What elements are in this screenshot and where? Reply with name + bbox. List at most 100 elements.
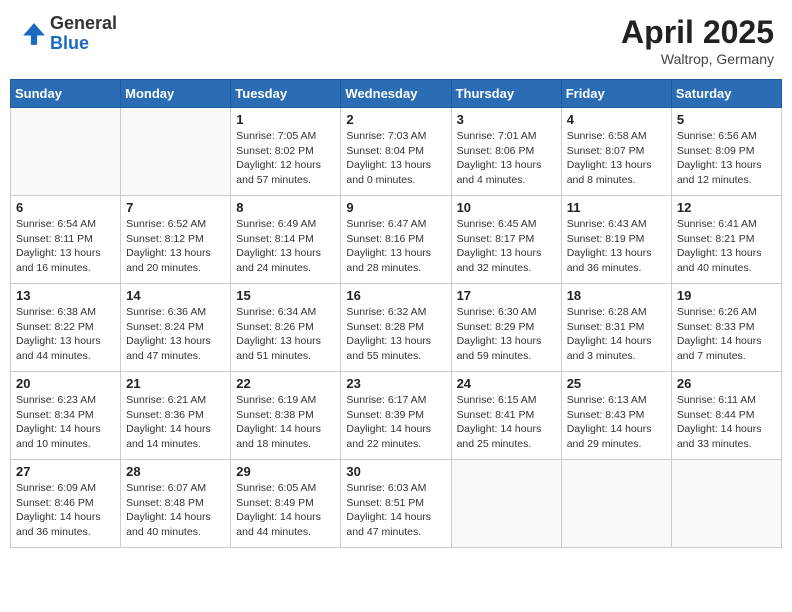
day-number: 18 xyxy=(567,288,666,303)
day-info: Sunrise: 6:54 AMSunset: 8:11 PMDaylight:… xyxy=(16,217,115,276)
calendar-day-cell: 23 Sunrise: 6:17 AMSunset: 8:39 PMDayligh… xyxy=(341,372,451,460)
day-info: Sunrise: 6:47 AMSunset: 8:16 PMDaylight:… xyxy=(346,217,445,276)
day-number: 29 xyxy=(236,464,335,479)
day-number: 8 xyxy=(236,200,335,215)
day-number: 4 xyxy=(567,112,666,127)
calendar-day-cell: 6 Sunrise: 6:54 AMSunset: 8:11 PMDaylight… xyxy=(11,196,121,284)
day-info: Sunrise: 6:13 AMSunset: 8:43 PMDaylight:… xyxy=(567,393,666,452)
day-number: 17 xyxy=(457,288,556,303)
calendar-day-cell xyxy=(561,460,671,548)
calendar-day-cell xyxy=(451,460,561,548)
day-info: Sunrise: 6:56 AMSunset: 8:09 PMDaylight:… xyxy=(677,129,776,188)
calendar-day-cell: 22Sunrise: 6:19 AMSunset: 8:38 PMDayligh… xyxy=(231,372,341,460)
calendar-location: Waltrop, Germany xyxy=(621,51,774,67)
day-info: Sunrise: 6:43 AMSunset: 8:19 PMDaylight:… xyxy=(567,217,666,276)
calendar-day-cell: 26Sunrise: 6:11 AMSunset: 8:44 PMDayligh… xyxy=(671,372,781,460)
calendar-day-cell: 25 Sunrise: 6:13 AMSunset: 8:43 PMDayligh… xyxy=(561,372,671,460)
weekday-header: Tuesday xyxy=(231,80,341,108)
day-number: 24 xyxy=(457,376,556,391)
calendar-day-cell: 1 Sunrise: 7:05 AMSunset: 8:02 PMDaylight… xyxy=(231,108,341,196)
calendar-day-cell: 13Sunrise: 6:38 AMSunset: 8:22 PMDayligh… xyxy=(11,284,121,372)
day-number: 10 xyxy=(457,200,556,215)
day-number: 2 xyxy=(346,112,445,127)
calendar-week-row: 13Sunrise: 6:38 AMSunset: 8:22 PMDayligh… xyxy=(11,284,782,372)
calendar-day-cell: 17 Sunrise: 6:30 AMSunset: 8:29 PMDayligh… xyxy=(451,284,561,372)
day-info: Sunrise: 6:41 AMSunset: 8:21 PMDaylight:… xyxy=(677,217,776,276)
day-info: Sunrise: 6:21 AMSunset: 8:36 PMDaylight:… xyxy=(126,393,225,452)
calendar-day-cell: 4 Sunrise: 6:58 AMSunset: 8:07 PMDaylight… xyxy=(561,108,671,196)
day-info: Sunrise: 6:23 AMSunset: 8:34 PMDaylight:… xyxy=(16,393,115,452)
day-info: Sunrise: 7:05 AMSunset: 8:02 PMDaylight:… xyxy=(236,129,335,188)
weekday-header: Saturday xyxy=(671,80,781,108)
calendar-week-row: 27 Sunrise: 6:09 AMSunset: 8:46 PMDayligh… xyxy=(11,460,782,548)
calendar-day-cell: 2 Sunrise: 7:03 AMSunset: 8:04 PMDaylight… xyxy=(341,108,451,196)
title-block: April 2025 Waltrop, Germany xyxy=(621,14,774,67)
day-number: 25 xyxy=(567,376,666,391)
day-info: Sunrise: 6:03 AMSunset: 8:51 PMDaylight:… xyxy=(346,481,445,540)
calendar-day-cell: 20 Sunrise: 6:23 AMSunset: 8:34 PMDayligh… xyxy=(11,372,121,460)
weekday-header: Wednesday xyxy=(341,80,451,108)
day-info: Sunrise: 6:30 AMSunset: 8:29 PMDaylight:… xyxy=(457,305,556,364)
calendar-week-row: 6 Sunrise: 6:54 AMSunset: 8:11 PMDaylight… xyxy=(11,196,782,284)
page-header: General Blue April 2025 Waltrop, Germany xyxy=(10,10,782,71)
day-number: 20 xyxy=(16,376,115,391)
day-info: Sunrise: 6:36 AMSunset: 8:24 PMDaylight:… xyxy=(126,305,225,364)
calendar-day-cell: 14 Sunrise: 6:36 AMSunset: 8:24 PMDayligh… xyxy=(121,284,231,372)
calendar-day-cell xyxy=(121,108,231,196)
day-number: 14 xyxy=(126,288,225,303)
day-info: Sunrise: 6:38 AMSunset: 8:22 PMDaylight:… xyxy=(16,305,115,364)
calendar-table: SundayMondayTuesdayWednesdayThursdayFrid… xyxy=(10,79,782,548)
day-info: Sunrise: 6:07 AMSunset: 8:48 PMDaylight:… xyxy=(126,481,225,540)
calendar-day-cell: 5 Sunrise: 6:56 AMSunset: 8:09 PMDaylight… xyxy=(671,108,781,196)
calendar-day-cell: 27 Sunrise: 6:09 AMSunset: 8:46 PMDayligh… xyxy=(11,460,121,548)
calendar-day-cell: 11Sunrise: 6:43 AMSunset: 8:19 PMDayligh… xyxy=(561,196,671,284)
day-number: 22 xyxy=(236,376,335,391)
day-number: 16 xyxy=(346,288,445,303)
calendar-day-cell xyxy=(11,108,121,196)
calendar-day-cell: 7 Sunrise: 6:52 AMSunset: 8:12 PMDaylight… xyxy=(121,196,231,284)
calendar-week-row: 20 Sunrise: 6:23 AMSunset: 8:34 PMDayligh… xyxy=(11,372,782,460)
day-number: 5 xyxy=(677,112,776,127)
calendar-day-cell: 8 Sunrise: 6:49 AMSunset: 8:14 PMDaylight… xyxy=(231,196,341,284)
calendar-day-cell: 3 Sunrise: 7:01 AMSunset: 8:06 PMDaylight… xyxy=(451,108,561,196)
day-number: 21 xyxy=(126,376,225,391)
day-info: Sunrise: 6:49 AMSunset: 8:14 PMDaylight:… xyxy=(236,217,335,276)
calendar-day-cell: 15 Sunrise: 6:34 AMSunset: 8:26 PMDayligh… xyxy=(231,284,341,372)
weekday-header: Thursday xyxy=(451,80,561,108)
day-info: Sunrise: 7:03 AMSunset: 8:04 PMDaylight:… xyxy=(346,129,445,188)
day-info: Sunrise: 7:01 AMSunset: 8:06 PMDaylight:… xyxy=(457,129,556,188)
day-number: 15 xyxy=(236,288,335,303)
day-number: 6 xyxy=(16,200,115,215)
day-number: 9 xyxy=(346,200,445,215)
day-info: Sunrise: 6:17 AMSunset: 8:39 PMDaylight:… xyxy=(346,393,445,452)
day-info: Sunrise: 6:34 AMSunset: 8:26 PMDaylight:… xyxy=(236,305,335,364)
day-info: Sunrise: 6:52 AMSunset: 8:12 PMDaylight:… xyxy=(126,217,225,276)
day-number: 7 xyxy=(126,200,225,215)
day-info: Sunrise: 6:58 AMSunset: 8:07 PMDaylight:… xyxy=(567,129,666,188)
calendar-day-cell: 24 Sunrise: 6:15 AMSunset: 8:41 PMDayligh… xyxy=(451,372,561,460)
calendar-day-cell: 16 Sunrise: 6:32 AMSunset: 8:28 PMDayligh… xyxy=(341,284,451,372)
calendar-day-cell xyxy=(671,460,781,548)
weekday-header: Monday xyxy=(121,80,231,108)
logo-general: General xyxy=(50,14,117,34)
day-info: Sunrise: 6:32 AMSunset: 8:28 PMDaylight:… xyxy=(346,305,445,364)
day-number: 23 xyxy=(346,376,445,391)
day-number: 1 xyxy=(236,112,335,127)
day-info: Sunrise: 6:15 AMSunset: 8:41 PMDaylight:… xyxy=(457,393,556,452)
calendar-day-cell: 18 Sunrise: 6:28 AMSunset: 8:31 PMDayligh… xyxy=(561,284,671,372)
logo-text: General Blue xyxy=(50,14,117,54)
logo-blue: Blue xyxy=(50,34,117,54)
calendar-day-cell: 19Sunrise: 6:26 AMSunset: 8:33 PMDayligh… xyxy=(671,284,781,372)
day-info: Sunrise: 6:45 AMSunset: 8:17 PMDaylight:… xyxy=(457,217,556,276)
day-number: 28 xyxy=(126,464,225,479)
calendar-day-cell: 28 Sunrise: 6:07 AMSunset: 8:48 PMDayligh… xyxy=(121,460,231,548)
day-info: Sunrise: 6:11 AMSunset: 8:44 PMDaylight:… xyxy=(677,393,776,452)
day-number: 27 xyxy=(16,464,115,479)
day-info: Sunrise: 6:09 AMSunset: 8:46 PMDaylight:… xyxy=(16,481,115,540)
calendar-day-cell: 12Sunrise: 6:41 AMSunset: 8:21 PMDayligh… xyxy=(671,196,781,284)
weekday-header-row: SundayMondayTuesdayWednesdayThursdayFrid… xyxy=(11,80,782,108)
logo-icon xyxy=(20,20,48,48)
calendar-day-cell: 10 Sunrise: 6:45 AMSunset: 8:17 PMDayligh… xyxy=(451,196,561,284)
day-info: Sunrise: 6:28 AMSunset: 8:31 PMDaylight:… xyxy=(567,305,666,364)
day-number: 3 xyxy=(457,112,556,127)
